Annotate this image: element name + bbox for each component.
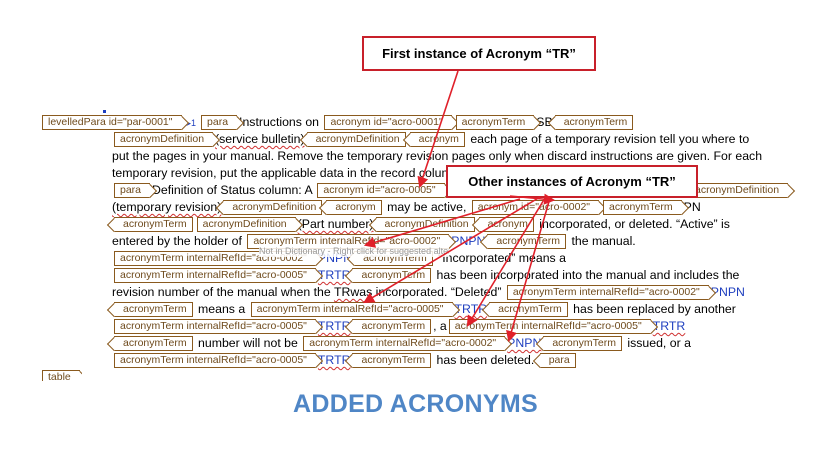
editor-line-4: temporary revision, put the applicable d…: [112, 165, 452, 182]
acronym-close-tag[interactable]: acronym: [478, 217, 534, 232]
text-temporary-revision: (temporary revision): [112, 200, 222, 214]
text-definition-of-status: Definition of Status column: A: [152, 183, 312, 197]
table-open-tag[interactable]: table: [42, 370, 80, 381]
text-may-be-active: may be active,: [387, 200, 467, 214]
acronym-term-close-tag[interactable]: acronymTerm: [489, 302, 568, 317]
editor-line-2: acronymDefinition (service bulletin) acron…: [112, 131, 749, 148]
editor-line-1: levelledPara id="par-0001" ▸1 para Instruct…: [40, 114, 635, 131]
callout-other-instances: Other instances of Acronym “TR”: [446, 165, 698, 198]
editor-line-11: revision number of the manual when the T…: [112, 284, 745, 301]
acronym-term-close-tag[interactable]: acronymTerm: [487, 234, 567, 249]
acronym-close-tag[interactable]: acronym: [409, 132, 465, 147]
cursor-marker: [103, 110, 106, 113]
text-tr-was: TRwas: [333, 285, 373, 299]
page-heading: ADDED ACRONYMS: [293, 390, 538, 418]
acronym-term-close-tag[interactable]: acronymTerm: [114, 217, 193, 232]
text-incorporated-means: “Incorporated” means a: [438, 251, 566, 265]
text-the-manual: the manual.: [571, 234, 636, 248]
acronym-close-tag[interactable]: acronym: [326, 200, 382, 215]
levelled-para-open-tag[interactable]: levelledPara id="par-0001": [42, 115, 182, 130]
acronym-definition-close-tag[interactable]: acronymDefinition: [375, 217, 475, 232]
editor-line-5: para Definition of Status column: A acron…: [112, 182, 447, 199]
para-open-tag[interactable]: para: [114, 183, 151, 198]
editor-line-14: acronymTerm number will not be acronymTe…: [112, 335, 691, 352]
text-has-been-deleted: has been deleted.: [436, 353, 535, 367]
acronym-term-ref-open-tag[interactable]: acronymTerm internalRefId="acro-0002": [506, 285, 709, 300]
spellcheck-tooltip: Not in Dictionary - Right click for sugg…: [259, 246, 449, 257]
para-open-tag[interactable]: para: [201, 115, 238, 130]
acronym-term-close-tag[interactable]: acronymTerm: [543, 336, 622, 351]
acronym-definition-open-tag[interactable]: acronymDefinition: [114, 132, 214, 147]
callout-first-instance: First instance of Acronym “TR”: [362, 36, 596, 71]
acronym-definition-open-tag[interactable]: acronymDefinition: [692, 183, 789, 198]
editor-line-15: acronymTerm internalRefId="acro-0005" TRT…: [112, 352, 578, 369]
acronym-term-close-tag[interactable]: acronymTerm: [352, 353, 432, 368]
editor-line-6: (temporary revision) acronymDefinition acr…: [112, 199, 701, 216]
acronym-term-ref-open-tag[interactable]: acronymTerm internalRefId="acro-0005": [250, 302, 453, 317]
editor-line-13: acronymTerm internalRefId="acro-0005" TRT…: [112, 318, 685, 335]
acronym-term-close-tag[interactable]: acronymTerm: [554, 115, 634, 130]
acronym-term-close-tag[interactable]: acronymTerm: [352, 268, 432, 283]
text-number-will: number will not be: [198, 336, 298, 350]
text-part-number: (Part number): [297, 217, 374, 231]
acronym-term-ref-open-tag[interactable]: acronymTerm internalRefId="acro-0005": [114, 353, 316, 368]
text-revision-number: revision number of the manual when the: [112, 285, 331, 299]
text-means-a: means a: [198, 302, 246, 316]
para-close-tag[interactable]: para: [539, 353, 576, 368]
text-replaced-by: has been replaced by another: [573, 302, 736, 316]
acronym-term-close-tag[interactable]: acronymTerm: [114, 336, 193, 351]
editor-line-7: acronymTerm acronymDefinition (Part number…: [112, 216, 730, 233]
editor-line-3: put the pages in your manual. Remove the…: [112, 148, 762, 165]
text-issued-or: issued, or a: [627, 336, 691, 350]
text-entered-by: entered by the holder of: [112, 234, 242, 248]
acronym-term-ref-open-tag[interactable]: acronymTerm internalRefId="acro-0002": [303, 336, 506, 351]
acronym-term-ref-open-tag[interactable]: acronymTerm internalRefId="acro-0005": [114, 319, 316, 334]
text-each-page: each page of a temporary revision tell y…: [470, 132, 750, 146]
text-line-4: temporary revision, put the applicable d…: [112, 166, 452, 180]
text-incorporated-deleted: incorporated. “Deleted”: [375, 285, 502, 299]
acronym-term-ref-open-tag[interactable]: acronymTerm internalRefId="acro-0005": [114, 268, 316, 283]
editor-line-5-tail: acronymDefinition: [690, 182, 790, 199]
editor-line-10: acronymTerm internalRefId="acro-0005" TRT…: [112, 267, 739, 284]
acronym-definition-close-tag[interactable]: acronymDefinition: [223, 200, 323, 215]
acronym-term-close-tag[interactable]: acronymTerm: [352, 319, 432, 334]
acronym-open-tag[interactable]: acronym id="acro-0005": [317, 183, 445, 198]
acronym-definition-open-tag[interactable]: acronymDefinition: [196, 217, 296, 232]
text-service-bulletin: (service bulletin): [215, 132, 305, 146]
acronym-definition-close-tag[interactable]: acronymDefinition: [306, 132, 406, 147]
acronym-term-open-tag[interactable]: acronymTerm: [455, 115, 535, 130]
editor-line-16: table: [40, 369, 82, 381]
editor-line-12: acronymTerm means a acronymTerm internal…: [112, 301, 736, 318]
acronym-term-ref-open-tag[interactable]: acronymTerm internalRefId="acro-0005": [448, 319, 651, 334]
acronym-open-tag[interactable]: acronym id="acro-0001": [324, 115, 452, 130]
acronym-open-tag[interactable]: acronym id="acro-0002": [471, 200, 600, 215]
text-instructions-on: Instructions on: [239, 115, 320, 129]
acronym-term-close-tag[interactable]: acronymTerm: [114, 302, 193, 317]
text-has-been-incorporated: has been incorporated into the manual an…: [436, 268, 740, 282]
text-incorporated: incorporated, or deleted. “Active” is: [539, 217, 730, 231]
text-line-3: put the pages in your manual. Remove the…: [112, 149, 763, 163]
acronym-term-open-tag[interactable]: acronymTerm: [603, 200, 682, 215]
text-comma-a: , a: [433, 319, 447, 333]
